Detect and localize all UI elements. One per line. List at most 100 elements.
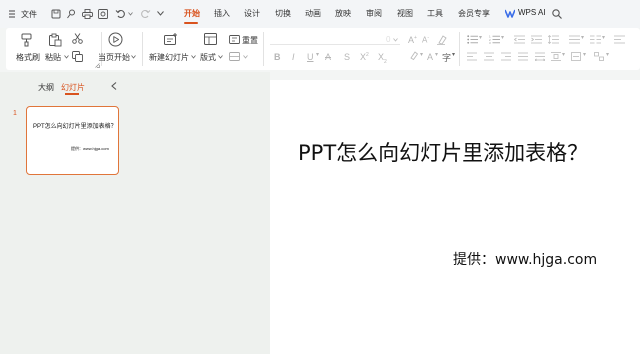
font-name-dropdown-icon[interactable] [393,38,398,42]
increase-indent-icon[interactable] [531,35,542,44]
font-shrink-button[interactable]: A- [422,35,429,45]
smart-art-dropdown[interactable]: ▾ [606,51,609,58]
tab-member[interactable]: 会员专享 [458,8,490,19]
search-icon[interactable] [552,9,562,19]
numbered-list-dropdown[interactable]: ▾ [501,34,504,41]
tab-review[interactable]: 审阅 [366,8,382,19]
reset-button[interactable]: 重置 [242,35,258,46]
char-spacing-dropdown[interactable]: ▾ [452,51,455,58]
smart-art-icon[interactable] [594,52,604,61]
text-box-align-dropdown[interactable]: ▾ [583,51,586,58]
paste-button[interactable]: 粘贴 [45,52,61,63]
save-icon[interactable] [51,9,61,19]
tab-transition[interactable]: 切换 [275,8,291,19]
text-box-align-icon[interactable] [571,52,581,61]
layout-button[interactable]: 版式 [200,52,216,63]
align-left-icon[interactable] [467,52,477,61]
layout-icon[interactable] [204,33,217,45]
highlight-icon[interactable] [409,51,419,61]
tab-slideshow[interactable]: 放映 [335,8,351,19]
collapse-panel-icon[interactable] [111,82,117,90]
superscript-button[interactable]: X2 [360,52,369,62]
new-slide-icon[interactable] [164,33,178,46]
reset-icon[interactable] [229,35,240,44]
justify-icon[interactable] [518,52,528,61]
paste-dropdown-icon[interactable] [64,55,69,59]
distribute-icon[interactable] [535,52,545,61]
hamburger-menu-icon[interactable] [9,10,17,18]
new-slide-button[interactable]: 新建幻灯片 [149,52,189,63]
ribbon-separator [263,32,264,66]
section-dropdown-icon[interactable] [243,55,248,59]
columns-dropdown[interactable]: ▾ [602,34,605,41]
play-dropdown-icon[interactable] [131,55,136,59]
slide-canvas[interactable] [270,80,640,354]
tab-slides[interactable]: 幻灯片 [61,82,85,93]
char-spacing-button[interactable]: 字 [442,51,451,64]
font-grow-button[interactable]: A+ [408,35,417,45]
font-name-select[interactable] [270,34,400,45]
tab-view[interactable]: 视图 [397,8,413,19]
layout-dropdown-icon[interactable] [218,55,223,59]
print-icon[interactable] [82,9,93,19]
underline-dropdown[interactable]: ▾ [316,51,319,58]
columns-icon[interactable] [590,35,601,44]
thumbnail-title: PPT怎么向幻灯片里添加表格？ [33,124,117,130]
undo-icon[interactable] [115,8,126,19]
tab-home[interactable]: 开始 [184,8,200,19]
decrease-indent-icon[interactable] [514,35,525,44]
slide-thumbnail[interactable] [26,106,119,175]
tab-animation[interactable]: 动画 [305,8,321,19]
file-menu[interactable]: 文件 [21,9,37,20]
font-color-dropdown[interactable]: ▾ [435,51,438,58]
highlight-dropdown[interactable]: ▾ [420,51,423,58]
play-icon[interactable] [108,32,123,47]
redo-icon[interactable] [140,8,151,19]
wps-ai-button[interactable]: WPS AI [518,8,546,17]
align-right-icon[interactable] [501,52,511,61]
strikethrough-button[interactable]: A [325,52,331,62]
play-from-current-button[interactable]: 当页开始 [98,52,130,63]
cut-icon[interactable] [72,33,83,44]
text-direction-icon[interactable] [569,35,580,44]
italic-button[interactable]: I [292,52,295,62]
font-color-button[interactable]: A [427,52,433,62]
bullet-list-dropdown[interactable]: ▾ [479,34,482,41]
share-icon[interactable] [66,9,76,19]
numbered-list-icon[interactable]: 123 [489,35,500,44]
paragraph-settings-icon[interactable] [614,35,625,44]
tab-outline[interactable]: 大纲 [38,82,54,93]
copy-icon[interactable] [72,51,83,62]
section-icon[interactable] [229,52,240,61]
slide-subtitle[interactable]: 提供：www.hjga.com [453,249,597,269]
line-spacing-icon[interactable] [548,35,559,44]
ribbon-separator [459,32,460,66]
align-center-icon[interactable] [484,52,494,61]
paste-icon[interactable] [48,33,62,47]
print-preview-icon[interactable] [98,9,108,19]
bullet-list-icon[interactable] [467,35,478,44]
tab-tools[interactable]: 工具 [427,8,443,19]
clear-format-icon[interactable] [437,35,447,45]
font-size-input[interactable]: 0 [386,35,390,44]
new-slide-dropdown-icon[interactable] [191,55,196,59]
underline-button[interactable]: U [307,52,314,62]
slide-title[interactable]: PPT怎么向幻灯片里添加表格？ [298,137,588,167]
vertical-align-icon[interactable] [551,52,561,61]
subscript-button[interactable]: X2 [378,52,387,65]
text-direction-dropdown[interactable]: ▾ [581,34,584,41]
format-painter-button[interactable]: 格式刷 [16,52,40,63]
format-painter-icon[interactable] [20,33,34,47]
slide-number: 1 [13,110,17,117]
thumbnail-subtitle: 提供：www.hjga.com [71,146,109,151]
tab-design[interactable]: 设计 [244,8,260,19]
bold-button[interactable]: B [274,52,281,62]
chevron-down-icon[interactable] [157,11,164,16]
undo-dropdown-icon[interactable] [128,12,133,16]
vertical-align-dropdown[interactable]: ▾ [562,51,565,58]
tab-insert[interactable]: 插入 [214,8,230,19]
ribbon-separator [142,32,143,66]
wps-ai-icon [505,9,515,18]
shadow-button[interactable]: S [344,52,350,62]
clipboard-expand-icon[interactable] [95,63,100,68]
